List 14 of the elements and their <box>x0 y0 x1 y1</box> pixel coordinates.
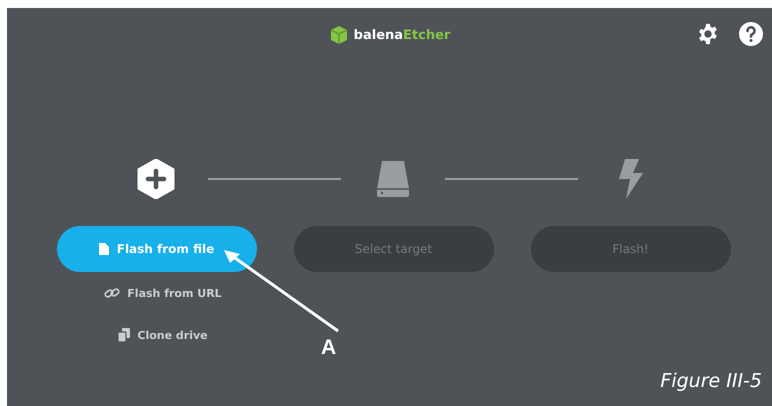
copy-icon <box>118 328 130 342</box>
help-icon[interactable] <box>739 22 763 46</box>
url-option-link[interactable]: Flash from URL <box>100 284 226 302</box>
figure-caption: Figure III-5 <box>660 370 762 392</box>
cube-logo-icon <box>328 25 349 45</box>
file-icon <box>98 243 109 255</box>
settings-icon[interactable] <box>697 23 719 45</box>
source-step-button[interactable]: Flash from file <box>56 226 256 272</box>
lightning-bolt-icon <box>616 158 644 200</box>
app-logo-text: balenaEtcher <box>354 28 450 42</box>
link-icon <box>104 286 120 300</box>
annotation-label: A <box>321 336 336 360</box>
plus-hexagon-icon <box>137 159 175 199</box>
clone-option-link[interactable]: Clone drive <box>114 326 212 344</box>
